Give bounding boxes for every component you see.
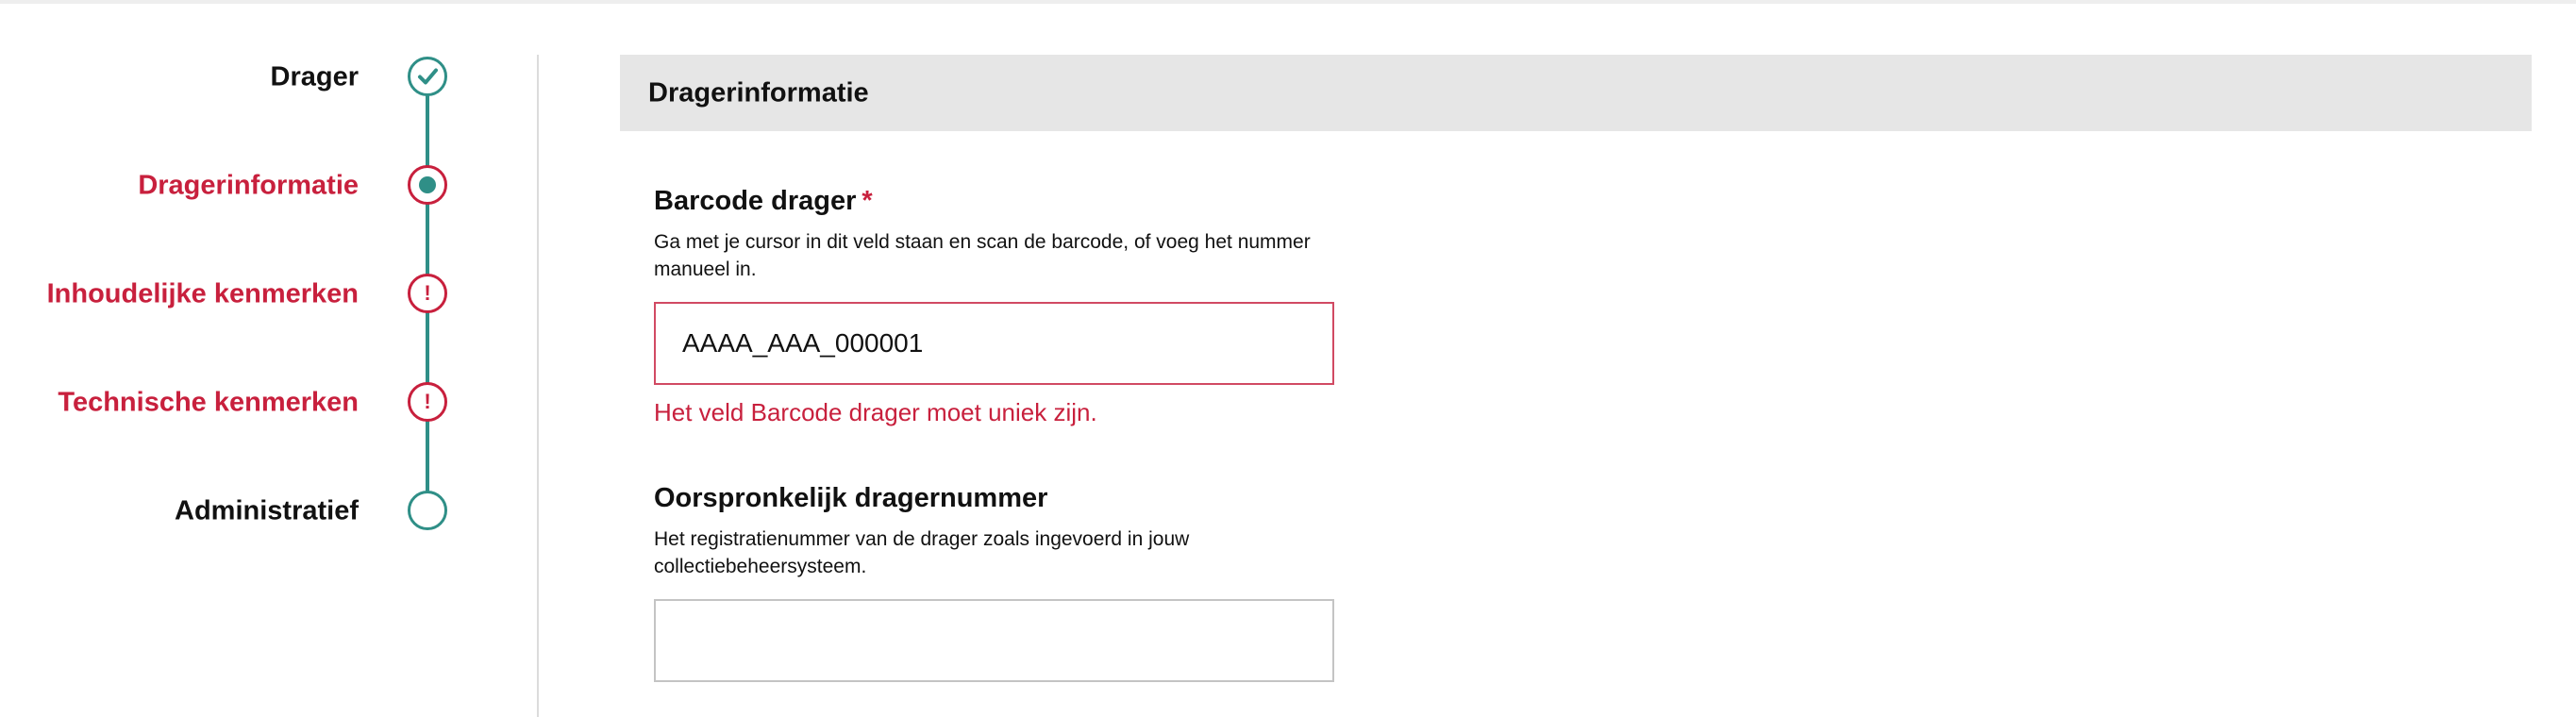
original-number-input[interactable] [654,599,1334,682]
empty-circle-icon [408,491,447,530]
step-label-technische-kenmerken: Technische kenmerken [58,387,359,418]
step-label-inhoudelijke-kenmerken: Inhoudelijke kenmerken [46,278,359,309]
step-drager[interactable]: Drager [0,55,453,100]
step-dragerinformatie[interactable]: Dragerinformatie [0,163,453,208]
step-administratief[interactable]: Administratief [0,489,453,534]
step-inhoudelijke-kenmerken[interactable]: Inhoudelijke kenmerken ! [0,272,453,317]
barcode-field-group: Barcode drager * Ga met je cursor in dit … [654,183,1409,427]
stepper-nav: Drager Dragerinformatie Inhoudelijke ken… [0,0,528,717]
original-number-field-group: Oorspronkelijk dragernummer Het registra… [654,480,1409,682]
barcode-label: Barcode drager * [654,186,873,216]
original-number-label: Oorspronkelijk dragernummer [654,483,1048,513]
section-title: Dragerinformatie [648,77,869,108]
step-label-drager: Drager [270,61,360,92]
current-step-dot-icon [408,165,447,205]
exclamation-icon: ! [408,274,447,313]
exclamation-icon: ! [408,382,447,422]
step-technische-kenmerken[interactable]: Technische kenmerken ! [0,380,453,425]
barcode-help-text: Ga met je cursor in dit veld staan en sc… [654,231,1311,280]
section-header: Dragerinformatie [620,55,2532,131]
step-label-dragerinformatie: Dragerinformatie [138,170,359,201]
step-label-administratief: Administratief [175,495,359,526]
sidebar-divider [537,55,539,717]
barcode-error-message: Het veld Barcode drager moet uniek zijn. [654,398,1097,426]
barcode-input[interactable] [654,302,1334,385]
check-icon [408,57,447,96]
required-star: * [861,186,873,216]
original-number-help-text: Het registratienummer van de drager zoal… [654,528,1190,577]
